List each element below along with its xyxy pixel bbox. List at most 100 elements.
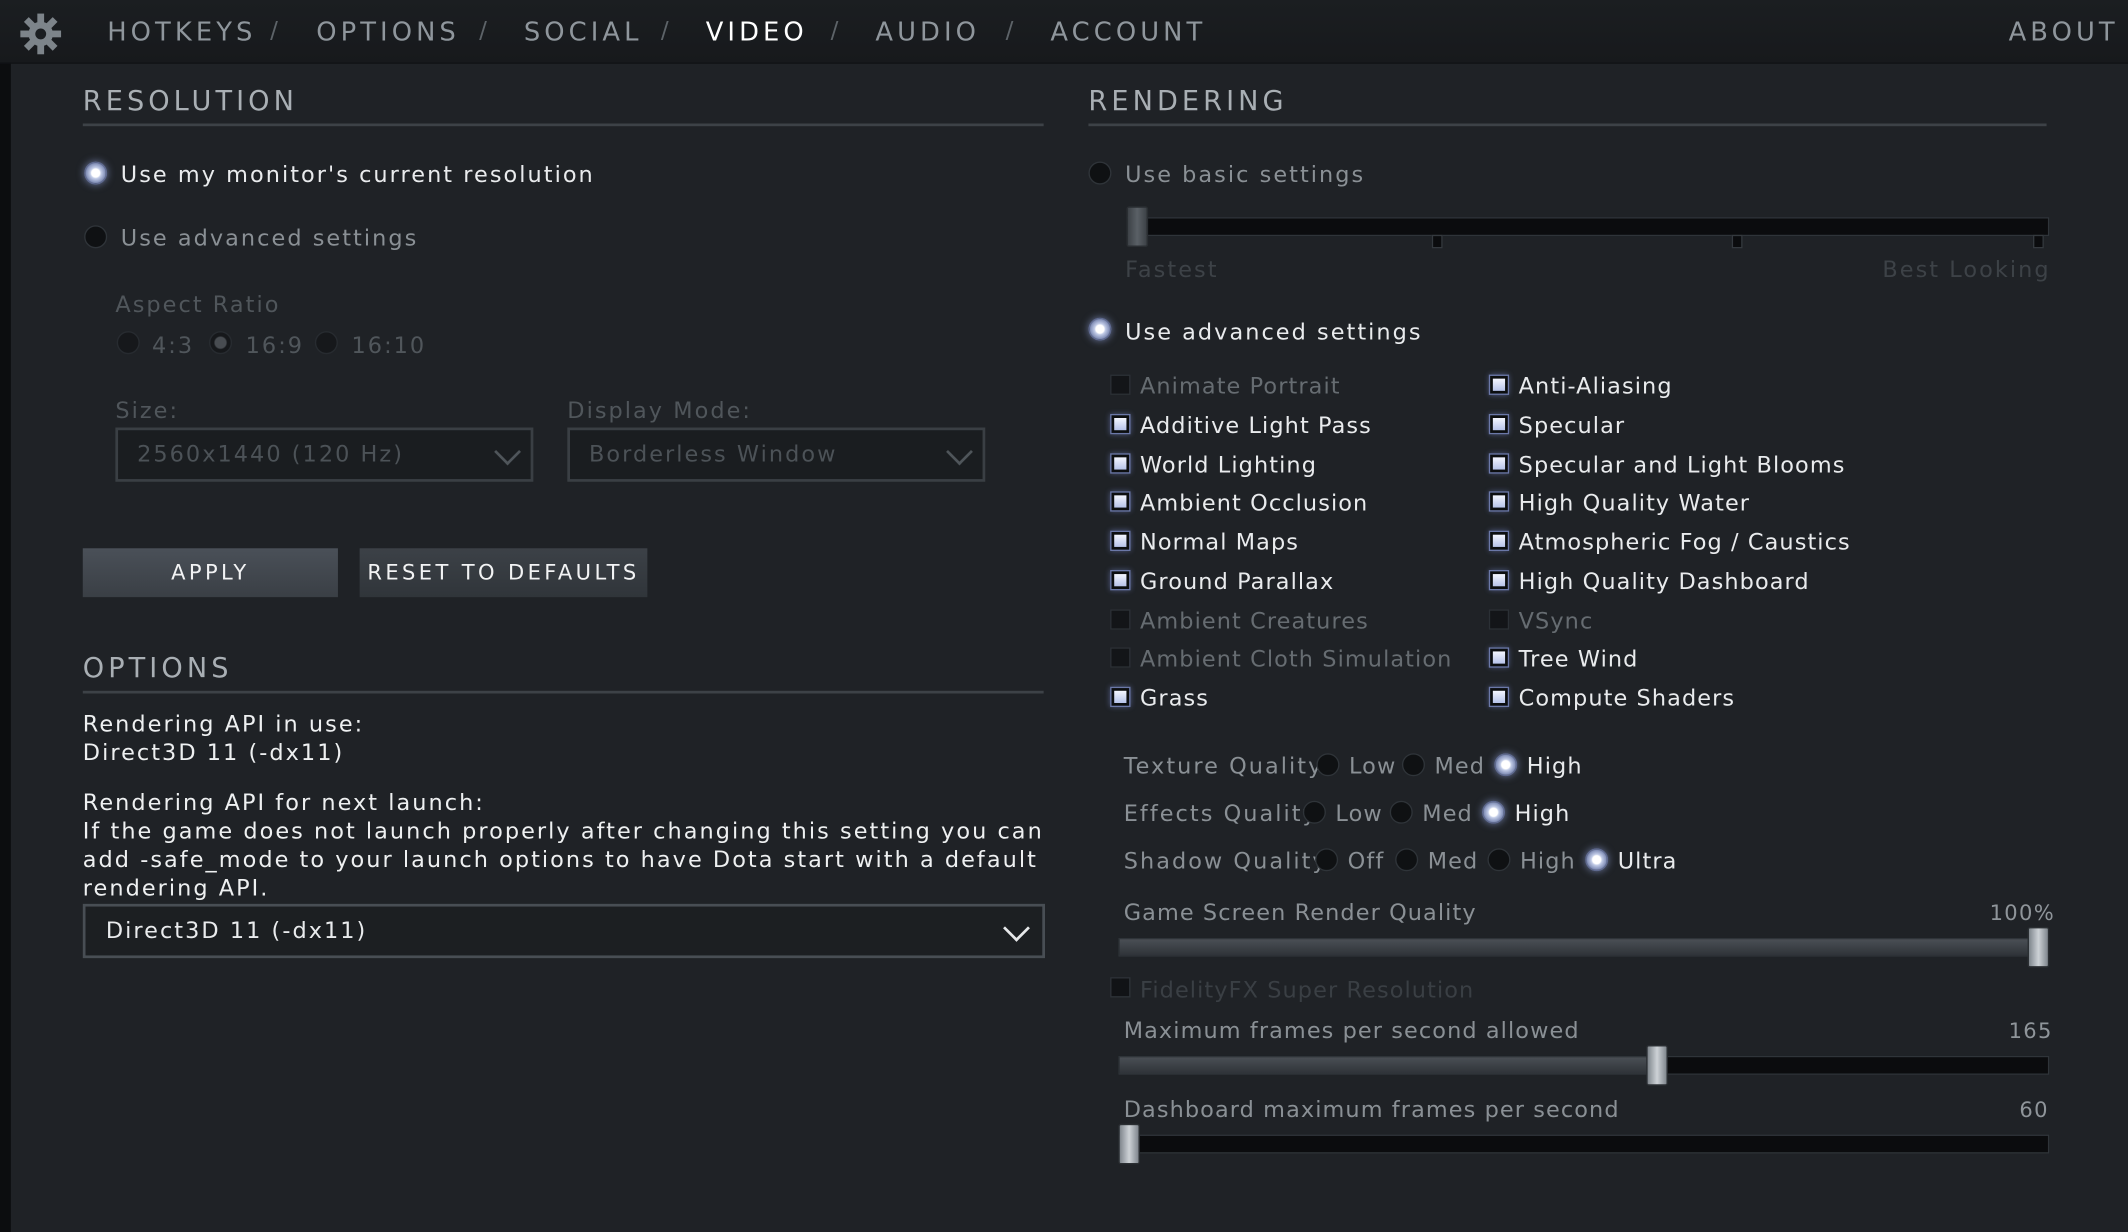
grass-label[interactable]: Grass [1140, 685, 1209, 711]
basic-quality-slider[interactable] [1126, 217, 2050, 237]
api-in-use-label: Rendering API in use: [82, 711, 365, 737]
anti-aliasing-label[interactable]: Anti-Aliasing [1519, 373, 1673, 399]
tab-audio[interactable]: AUDIO [875, 18, 980, 48]
aspect-16-9-label[interactable]: 16:9 [246, 332, 304, 358]
tab-options[interactable]: OPTIONS [316, 18, 460, 48]
normal-maps-label[interactable]: Normal Maps [1140, 529, 1299, 555]
aspect-16-10-label[interactable]: 16:10 [351, 332, 426, 358]
normal-maps-checkbox[interactable] [1110, 530, 1131, 551]
specular-and-light-blooms-label[interactable]: Specular and Light Blooms [1519, 451, 1846, 477]
world-lighting-label[interactable]: World Lighting [1140, 451, 1317, 477]
top-nav-bar: HOTKEYS / OPTIONS / SOCIAL / VIDEO / AUD… [0, 0, 2128, 64]
ground-parallax-label[interactable]: Ground Parallax [1140, 568, 1334, 594]
atmospheric-fog-caustics-checkbox[interactable] [1488, 530, 1510, 551]
specular-and-light-blooms-checkbox[interactable] [1488, 452, 1510, 473]
use-basic-settings-label[interactable]: Use basic settings [1125, 161, 1365, 187]
high-quality-dashboard-checkbox[interactable] [1488, 569, 1510, 591]
tab-social[interactable]: SOCIAL [524, 18, 643, 48]
render-quality-label: Game Screen Render Quality [1123, 899, 1477, 926]
ambient-cloth-simulation-label[interactable]: Ambient Cloth Simulation [1140, 646, 1452, 672]
vsync-label[interactable]: VSync [1519, 607, 1594, 633]
effects-quality-low-label[interactable]: Low [1335, 801, 1382, 827]
shadow-quality-med-radio[interactable] [1395, 848, 1419, 872]
tab-account[interactable]: ACCOUNT [1050, 18, 1206, 48]
shadow-quality-high-label[interactable]: High [1520, 848, 1576, 874]
high-quality-water-label[interactable]: High Quality Water [1519, 490, 1750, 516]
max-fps-slider[interactable] [1118, 1055, 2050, 1075]
use-basic-settings-radio[interactable] [1088, 161, 1112, 185]
effects-quality-med-label[interactable]: Med [1422, 801, 1473, 827]
animate-portrait-checkbox[interactable] [1110, 374, 1131, 395]
use-monitor-resolution-radio[interactable] [84, 161, 108, 185]
additive-light-pass-checkbox[interactable] [1110, 413, 1131, 434]
effects-quality-low-radio[interactable] [1302, 800, 1326, 824]
use-monitor-resolution-label[interactable]: Use my monitor's current resolution [121, 161, 595, 187]
render-quality-slider-handle[interactable] [2027, 926, 2050, 968]
aspect-4-3-label[interactable]: 4:3 [152, 332, 194, 358]
ambient-occlusion-checkbox[interactable] [1110, 491, 1131, 512]
shadow-quality-high-radio[interactable] [1487, 848, 1511, 872]
use-advanced-resolution-radio[interactable] [84, 225, 108, 249]
specular-checkbox[interactable] [1488, 413, 1510, 434]
basic-quality-slider-handle[interactable] [1126, 206, 1149, 247]
additive-light-pass-label[interactable]: Additive Light Pass [1140, 412, 1372, 438]
max-fps-slider-handle[interactable] [1645, 1044, 1668, 1086]
texture-quality-low-label[interactable]: Low [1349, 753, 1396, 779]
rendering-api-dropdown[interactable]: Direct3D 11 (-dx11) [82, 903, 1045, 959]
texture-quality-high-label[interactable]: High [1527, 753, 1583, 779]
reset-to-defaults-button[interactable]: RESET TO DEFAULTS [359, 548, 648, 598]
aspect-4-3-radio[interactable] [116, 331, 140, 355]
slider-tick [1431, 234, 1443, 249]
texture-quality-med-label[interactable]: Med [1434, 753, 1485, 779]
ambient-occlusion-label[interactable]: Ambient Occlusion [1140, 490, 1368, 516]
aspect-16-9-radio[interactable] [208, 331, 233, 355]
shadow-quality-off-label[interactable]: Off [1348, 848, 1385, 874]
shadow-quality-ultra-radio[interactable] [1585, 848, 1609, 872]
size-label: Size: [115, 397, 180, 424]
use-advanced-rendering-label[interactable]: Use advanced settings [1125, 319, 1423, 345]
animate-portrait-label[interactable]: Animate Portrait [1140, 373, 1341, 399]
fsr-checkbox[interactable] [1110, 977, 1131, 998]
render-quality-slider[interactable] [1118, 937, 2050, 957]
compute-shaders-label[interactable]: Compute Shaders [1519, 685, 1736, 711]
use-advanced-resolution-label[interactable]: Use advanced settings [121, 225, 419, 251]
atmospheric-fog-caustics-label[interactable]: Atmospheric Fog / Caustics [1519, 529, 1851, 555]
tree-wind-checkbox[interactable] [1488, 647, 1510, 669]
world-lighting-checkbox[interactable] [1110, 452, 1131, 473]
display-mode-dropdown[interactable]: Borderless Window [567, 427, 986, 482]
tab-hotkeys[interactable]: HOTKEYS [107, 18, 256, 48]
high-quality-water-checkbox[interactable] [1488, 491, 1510, 512]
ground-parallax-checkbox[interactable] [1110, 569, 1131, 591]
use-advanced-rendering-radio[interactable] [1088, 317, 1112, 341]
high-quality-dashboard-label[interactable]: High Quality Dashboard [1519, 568, 1810, 594]
texture-quality-high-radio[interactable] [1494, 753, 1518, 777]
shadow-quality-med-label[interactable]: Med [1428, 848, 1479, 874]
dashboard-fps-slider-handle[interactable] [1118, 1123, 1140, 1165]
ambient-creatures-checkbox[interactable] [1110, 608, 1131, 630]
dashboard-fps-slider[interactable] [1118, 1134, 2050, 1154]
ambient-cloth-simulation-checkbox[interactable] [1110, 647, 1131, 669]
tab-about[interactable]: ABOUT [2009, 18, 2119, 48]
gear-icon[interactable] [19, 12, 62, 55]
shadow-quality-ultra-label[interactable]: Ultra [1618, 848, 1678, 874]
effects-quality-high-label[interactable]: High [1515, 801, 1571, 827]
anti-aliasing-checkbox[interactable] [1488, 374, 1510, 395]
basic-slider-max-label: Best Looking [1882, 256, 2051, 283]
fsr-label[interactable]: FidelityFX Super Resolution [1140, 977, 1474, 1003]
vsync-checkbox[interactable] [1488, 608, 1510, 630]
texture-quality-med-radio[interactable] [1401, 753, 1425, 777]
apply-button[interactable]: APPLY [82, 548, 338, 598]
aspect-16-10-radio[interactable] [314, 331, 338, 355]
compute-shaders-checkbox[interactable] [1488, 686, 1510, 708]
window-edge [0, 0, 11, 1232]
grass-checkbox[interactable] [1110, 686, 1131, 708]
texture-quality-low-radio[interactable] [1316, 753, 1340, 777]
size-dropdown[interactable]: 2560x1440 (120 Hz) [115, 427, 534, 482]
ambient-creatures-label[interactable]: Ambient Creatures [1140, 607, 1369, 633]
tab-video[interactable]: VIDEO [706, 18, 808, 48]
tree-wind-label[interactable]: Tree Wind [1519, 646, 1639, 672]
specular-label[interactable]: Specular [1519, 412, 1626, 438]
effects-quality-high-radio[interactable] [1481, 800, 1506, 824]
effects-quality-med-radio[interactable] [1389, 800, 1413, 824]
shadow-quality-off-radio[interactable] [1315, 848, 1339, 872]
